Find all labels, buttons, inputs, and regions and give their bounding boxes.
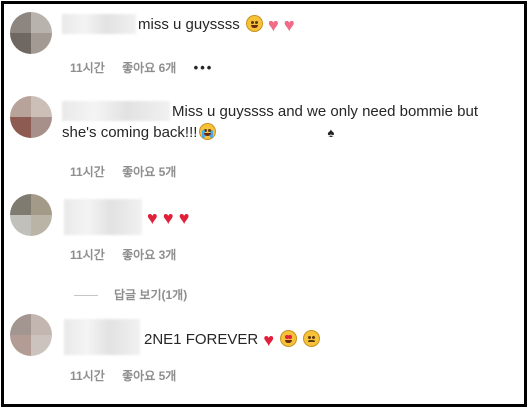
avatar-pixel: [10, 96, 31, 117]
comment-likes[interactable]: 좋아요 6개: [122, 61, 176, 75]
frowning-face-emoji-icon: [303, 330, 321, 347]
view-replies-button[interactable]: 답글 보기(1개): [74, 286, 187, 303]
avatar-pixel: [10, 314, 31, 335]
comment-text: Miss u guyssss and we only need bommie b…: [62, 101, 512, 143]
comment-time[interactable]: 11시간: [70, 165, 105, 179]
avatar-pixel: [31, 12, 52, 33]
avatar-pixel: [31, 335, 52, 356]
avatar-pixel: [10, 335, 31, 356]
spade-icon: ♠: [327, 125, 335, 140]
avatar[interactable]: [10, 314, 52, 356]
comment-meta: 11시간 좋아요 5개: [70, 165, 190, 179]
avatar-pixel: [31, 33, 52, 54]
heart-emoji-icon: ♥: [263, 330, 275, 350]
comment-text-content: 2NE1 FOREVER: [144, 331, 259, 348]
heart-eyes-emoji-icon: [280, 330, 298, 347]
comment-likes[interactable]: 좋아요 3개: [122, 248, 176, 262]
heart-emoji-icon: ♥: [178, 208, 190, 228]
avatar-pixel: [10, 12, 31, 33]
avatar-pixel: [10, 117, 31, 138]
comment-text: 2NE1 FOREVER ♥: [144, 329, 321, 350]
comment-time[interactable]: 11시간: [70, 61, 105, 75]
avatar-pixel: [31, 96, 52, 117]
username-blurred[interactable]: [64, 319, 140, 355]
reply-divider-line: [74, 295, 98, 297]
avatar[interactable]: [10, 12, 52, 54]
more-options-icon[interactable]: •••: [194, 60, 214, 75]
comment-time[interactable]: 11시간: [70, 248, 105, 262]
avatar[interactable]: [10, 96, 52, 138]
comment-meta: 11시간 좋아요 3개: [70, 248, 190, 262]
comment-time[interactable]: 11시간: [70, 369, 105, 383]
avatar-pixel: [31, 215, 52, 236]
comment-meta: 11시간 좋아요 5개: [70, 369, 190, 383]
avatar-pixel: [10, 33, 31, 54]
heart-emoji-icon: ♥: [162, 208, 174, 228]
avatar-pixel: [31, 117, 52, 138]
comment-text-content: miss u guyssss: [138, 16, 240, 33]
comments-screenshot-frame: miss u guyssss ♥ ♥ 11시간 좋아요 6개 ••• Miss …: [1, 1, 527, 407]
view-replies-label: 답글 보기(1개): [114, 288, 188, 302]
avatar-pixel: [10, 194, 31, 215]
weary-face-emoji-icon: [245, 15, 263, 32]
comment-meta: 11시간 좋아요 6개 •••: [70, 60, 214, 76]
heart-emoji-icon: ♥: [147, 208, 158, 228]
comment-likes[interactable]: 좋아요 5개: [122, 369, 176, 383]
avatar[interactable]: [10, 194, 52, 236]
heart-emoji-icon: ♥: [268, 15, 279, 35]
comment-text: ♥ ♥ ♥: [146, 207, 189, 228]
avatar-pixel: [10, 215, 31, 236]
comment-text: miss u guyssss ♥ ♥: [138, 14, 295, 35]
username-blurred[interactable]: [62, 14, 136, 34]
comment-likes[interactable]: 좋아요 5개: [122, 165, 176, 179]
username-blurred[interactable]: [64, 199, 142, 235]
avatar-pixel: [31, 314, 52, 335]
crying-face-emoji-icon: [199, 123, 217, 140]
avatar-pixel: [31, 194, 52, 215]
heart-emoji-icon: ♥: [283, 15, 295, 35]
